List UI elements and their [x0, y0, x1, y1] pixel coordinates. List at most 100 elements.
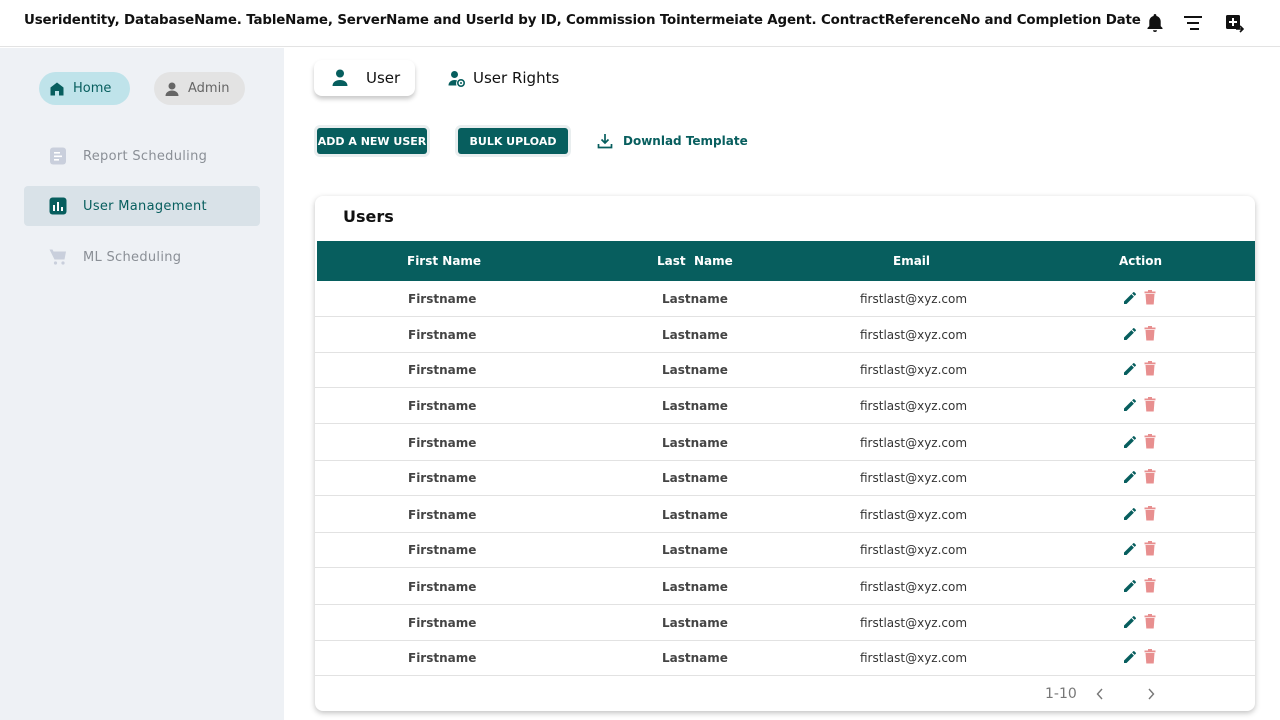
users-title: Users: [343, 207, 394, 226]
cell-email: firstlast@xyz.com: [860, 580, 968, 594]
trash-icon[interactable]: [1144, 469, 1156, 487]
edit-icon[interactable]: [1123, 542, 1137, 559]
pagination-range: 1-10: [1045, 686, 1077, 702]
add-user-button[interactable]: ADD A NEW USER: [317, 128, 427, 154]
bulk-upload-button[interactable]: BULK UPLOAD: [458, 128, 568, 154]
cell-email: firstlast@xyz.com: [860, 292, 968, 306]
table-header: First Name Last Name Email Action: [317, 241, 1255, 281]
edit-icon[interactable]: [1123, 650, 1137, 667]
page-title: Useridentity, DatabaseName. TableName, S…: [24, 13, 1141, 28]
edit-icon[interactable]: [1123, 398, 1137, 415]
sidebar-item-user-management[interactable]: User Management: [24, 186, 260, 226]
tab-user-rights[interactable]: User Rights: [448, 60, 559, 96]
person-icon: [165, 82, 179, 96]
sidebar-item-ml-scheduling[interactable]: ML Scheduling: [24, 237, 260, 277]
sidebar-item-label: ML Scheduling: [83, 249, 182, 265]
trash-icon[interactable]: [1144, 361, 1156, 379]
download-template-link[interactable]: Downlad Template: [597, 133, 748, 149]
cell-last-name: Lastname: [662, 651, 728, 665]
cell-first-name: Firstname: [408, 436, 477, 450]
cell-first-name: Firstname: [408, 616, 477, 630]
cell-first-name: Firstname: [408, 328, 477, 342]
cell-first-name: Firstname: [408, 651, 477, 665]
cell-email: firstlast@xyz.com: [860, 363, 968, 377]
edit-icon[interactable]: [1123, 507, 1137, 524]
cell-email: firstlast@xyz.com: [860, 508, 968, 522]
cell-last-name: Lastname: [662, 292, 728, 306]
bar-chart-icon: [49, 197, 67, 215]
edit-icon[interactable]: [1123, 291, 1137, 308]
edit-icon[interactable]: [1123, 327, 1137, 344]
trash-icon[interactable]: [1144, 578, 1156, 596]
trash-icon[interactable]: [1144, 541, 1156, 559]
top-bar: Useridentity, DatabaseName. TableName, S…: [0, 0, 1280, 47]
cart-icon: [49, 249, 66, 265]
cell-email: firstlast@xyz.com: [860, 543, 968, 557]
table-row: Firstname Lastname firstlast@xyz.com: [315, 569, 1255, 605]
home-label: Home: [73, 81, 112, 96]
home-icon: [50, 82, 64, 95]
sidebar-item-label: User Management: [83, 198, 207, 214]
chevron-right-icon[interactable]: [1146, 686, 1156, 705]
cell-first-name: Firstname: [408, 399, 477, 413]
cell-last-name: Lastname: [662, 616, 728, 630]
cell-first-name: Firstname: [408, 543, 477, 557]
person-icon: [332, 69, 348, 86]
table-row: Firstname Lastname firstlast@xyz.com: [315, 532, 1255, 568]
table-row: Firstname Lastname firstlast@xyz.com: [315, 281, 1255, 317]
trash-icon[interactable]: [1144, 397, 1156, 415]
cell-email: firstlast@xyz.com: [860, 436, 968, 450]
column-header-first-name: First Name: [407, 254, 482, 268]
users-card: Users First Name Last Name Email Action …: [315, 196, 1255, 711]
chevron-left-icon[interactable]: [1095, 686, 1105, 705]
cell-email: firstlast@xyz.com: [860, 616, 968, 630]
column-header-action: Action: [1119, 254, 1163, 268]
admin-button[interactable]: Admin: [154, 72, 245, 105]
column-header-last-name: Last Name: [657, 254, 733, 268]
table-row: Firstname Lastname firstlast@xyz.com: [315, 352, 1255, 388]
trash-icon[interactable]: [1144, 614, 1156, 632]
cell-first-name: Firstname: [408, 508, 477, 522]
edit-icon[interactable]: [1123, 435, 1137, 452]
edit-icon[interactable]: [1123, 362, 1137, 379]
table-row: Firstname Lastname firstlast@xyz.com: [315, 460, 1255, 496]
cell-last-name: Lastname: [662, 543, 728, 557]
table-row: Firstname Lastname firstlast@xyz.com: [315, 497, 1255, 533]
cell-last-name: Lastname: [662, 471, 728, 485]
cell-first-name: Firstname: [408, 580, 477, 594]
cell-last-name: Lastname: [662, 508, 728, 522]
edit-icon[interactable]: [1123, 615, 1137, 632]
download-template-label: Downlad Template: [623, 134, 748, 148]
cell-last-name: Lastname: [662, 363, 728, 377]
table-row: Firstname Lastname firstlast@xyz.com: [315, 605, 1255, 641]
sidebar: Home Admin Report Scheduling User Manage…: [0, 48, 284, 720]
table-row: Firstname Lastname firstlast@xyz.com: [315, 425, 1255, 461]
trash-icon[interactable]: [1144, 434, 1156, 452]
edit-icon[interactable]: [1123, 470, 1137, 487]
menu-icon[interactable]: [1181, 11, 1205, 35]
download-icon: [597, 134, 613, 149]
trash-icon[interactable]: [1144, 506, 1156, 524]
table-row: Firstname Lastname firstlast@xyz.com: [315, 640, 1255, 676]
cell-email: firstlast@xyz.com: [860, 471, 968, 485]
sidebar-item-label: Report Scheduling: [83, 148, 208, 164]
user-settings-icon: [448, 70, 465, 87]
trash-icon[interactable]: [1144, 649, 1156, 667]
cell-email: firstlast@xyz.com: [860, 651, 968, 665]
sidebar-item-report-scheduling[interactable]: Report Scheduling: [24, 136, 260, 176]
column-header-email: Email: [893, 254, 931, 268]
cell-first-name: Firstname: [408, 471, 477, 485]
bell-icon[interactable]: [1143, 11, 1167, 35]
table-row: Firstname Lastname firstlast@xyz.com: [315, 317, 1255, 353]
add-note-icon[interactable]: [1222, 11, 1246, 35]
trash-icon[interactable]: [1144, 326, 1156, 344]
home-button[interactable]: Home: [39, 72, 130, 105]
cell-first-name: Firstname: [408, 292, 477, 306]
tab-user[interactable]: User: [314, 60, 415, 96]
cell-last-name: Lastname: [662, 580, 728, 594]
trash-icon[interactable]: [1144, 290, 1156, 308]
edit-icon[interactable]: [1123, 579, 1137, 596]
cell-first-name: Firstname: [408, 363, 477, 377]
cell-email: firstlast@xyz.com: [860, 399, 968, 413]
document-icon: [50, 147, 66, 165]
